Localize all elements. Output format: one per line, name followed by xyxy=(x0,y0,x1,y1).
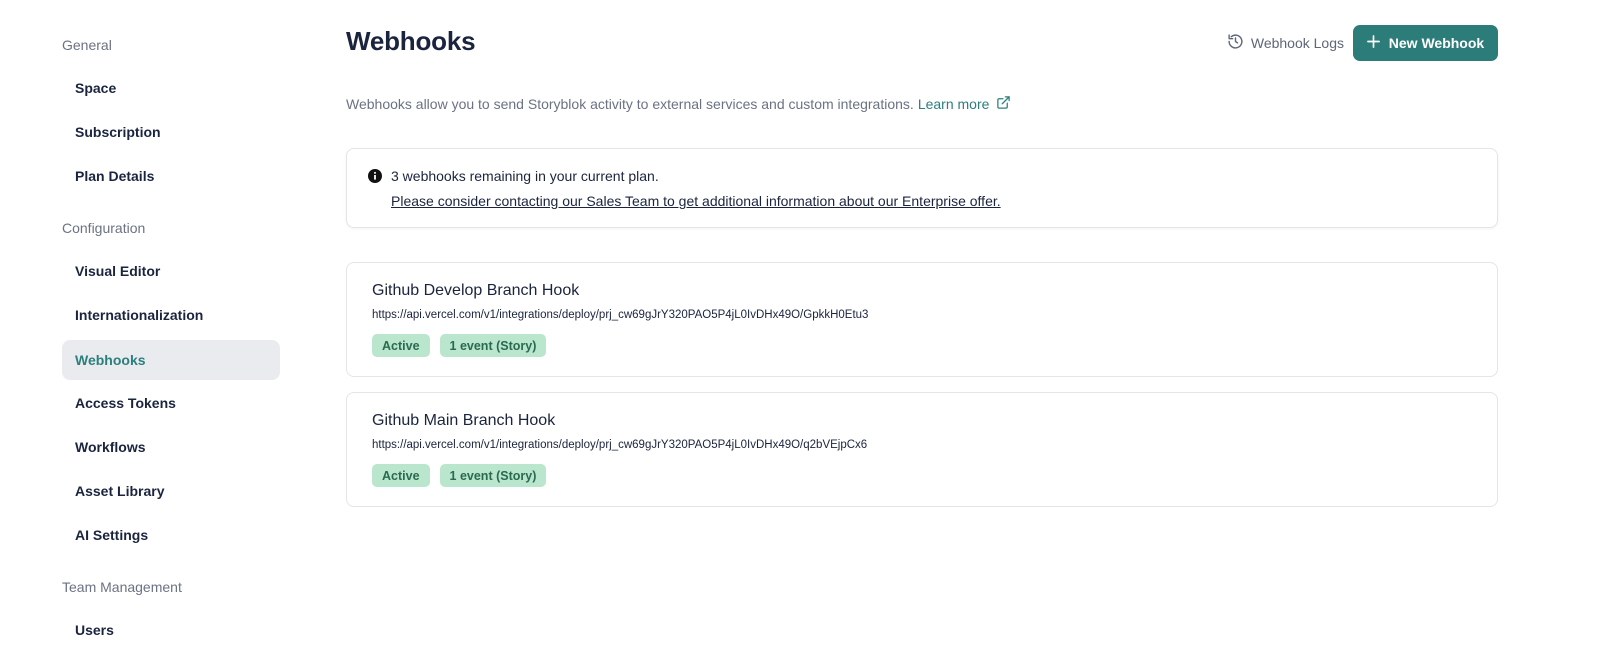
learn-more-link[interactable]: Learn more xyxy=(918,95,1012,113)
webhooks-remaining-text: 3 webhooks remaining in your current pla… xyxy=(391,168,659,184)
sidebar-item-subscription[interactable]: Subscription xyxy=(62,112,280,152)
plan-info-box: 3 webhooks remaining in your current pla… xyxy=(346,148,1498,228)
sidebar-item-plan-details[interactable]: Plan Details xyxy=(62,156,280,196)
external-link-icon xyxy=(996,95,1011,113)
description-text: Webhooks allow you to send Storyblok act… xyxy=(346,96,914,112)
history-icon xyxy=(1227,33,1244,53)
sidebar-item-asset-library[interactable]: Asset Library xyxy=(62,471,280,511)
webhook-name: Github Develop Branch Hook xyxy=(372,282,580,299)
learn-more-label: Learn more xyxy=(917,96,990,112)
sidebar-item-label: Visual Editor xyxy=(75,263,161,279)
section-title-configuration: Configuration xyxy=(62,220,146,236)
webhook-badges: Active 1 event (Story) xyxy=(372,334,547,357)
webhook-card[interactable]: Github Main Branch Hook https://api.verc… xyxy=(346,392,1498,507)
sidebar-item-label: AI Settings xyxy=(75,527,149,543)
sidebar-item-label: Internationalization xyxy=(75,307,204,323)
sidebar-item-label: Plan Details xyxy=(75,168,155,184)
page-title: Webhooks xyxy=(346,26,476,56)
sidebar-item-users[interactable]: Users xyxy=(62,610,280,650)
sidebar-item-label: Access Tokens xyxy=(75,395,176,411)
sidebar-item-space[interactable]: Space xyxy=(62,68,280,108)
settings-sidebar: General Space Subscription Plan Details … xyxy=(62,0,280,649)
info-icon xyxy=(368,169,382,183)
contact-sales-link[interactable]: Please consider contacting our Sales Tea… xyxy=(391,193,1001,209)
webhook-url: https://api.vercel.com/v1/integrations/d… xyxy=(372,439,868,451)
sidebar-item-label: Workflows xyxy=(75,439,146,455)
webhook-url: https://api.vercel.com/v1/integrations/d… xyxy=(372,309,869,321)
status-badge: Active xyxy=(372,464,430,487)
events-badge: 1 event (Story) xyxy=(439,464,547,487)
sidebar-item-label: Subscription xyxy=(75,124,161,140)
webhook-badges: Active 1 event (Story) xyxy=(372,464,547,487)
webhook-name: Github Main Branch Hook xyxy=(372,412,556,429)
sidebar-item-label: Space xyxy=(75,80,117,96)
main-content: Webhooks Webhook Logs New Webhook Webhoo… xyxy=(346,0,1498,649)
sidebar-item-visual-editor[interactable]: Visual Editor xyxy=(62,251,280,291)
sidebar-item-label: Webhooks xyxy=(75,352,146,368)
sidebar-item-internationalization[interactable]: Internationalization xyxy=(62,295,280,335)
section-title-team-management: Team Management xyxy=(62,579,182,595)
sidebar-item-label: Users xyxy=(75,622,114,638)
new-webhook-button[interactable]: New Webhook xyxy=(1353,25,1498,61)
sidebar-item-webhooks[interactable]: Webhooks xyxy=(62,340,280,380)
page-description: Webhooks allow you to send Storyblok act… xyxy=(346,95,1011,113)
sidebar-item-access-tokens[interactable]: Access Tokens xyxy=(62,383,280,423)
sidebar-item-label: Asset Library xyxy=(75,483,165,499)
events-badge: 1 event (Story) xyxy=(439,334,547,357)
new-webhook-label: New Webhook xyxy=(1388,35,1485,51)
webhook-card[interactable]: Github Develop Branch Hook https://api.v… xyxy=(346,262,1498,377)
webhook-logs-link[interactable]: Webhook Logs xyxy=(1227,32,1344,54)
webhook-logs-label: Webhook Logs xyxy=(1250,35,1344,51)
sidebar-item-ai-settings[interactable]: AI Settings xyxy=(62,515,280,555)
plus-icon xyxy=(1366,35,1380,51)
section-title-general: General xyxy=(62,37,112,53)
sidebar-item-workflows[interactable]: Workflows xyxy=(62,427,280,467)
status-badge: Active xyxy=(372,334,430,357)
